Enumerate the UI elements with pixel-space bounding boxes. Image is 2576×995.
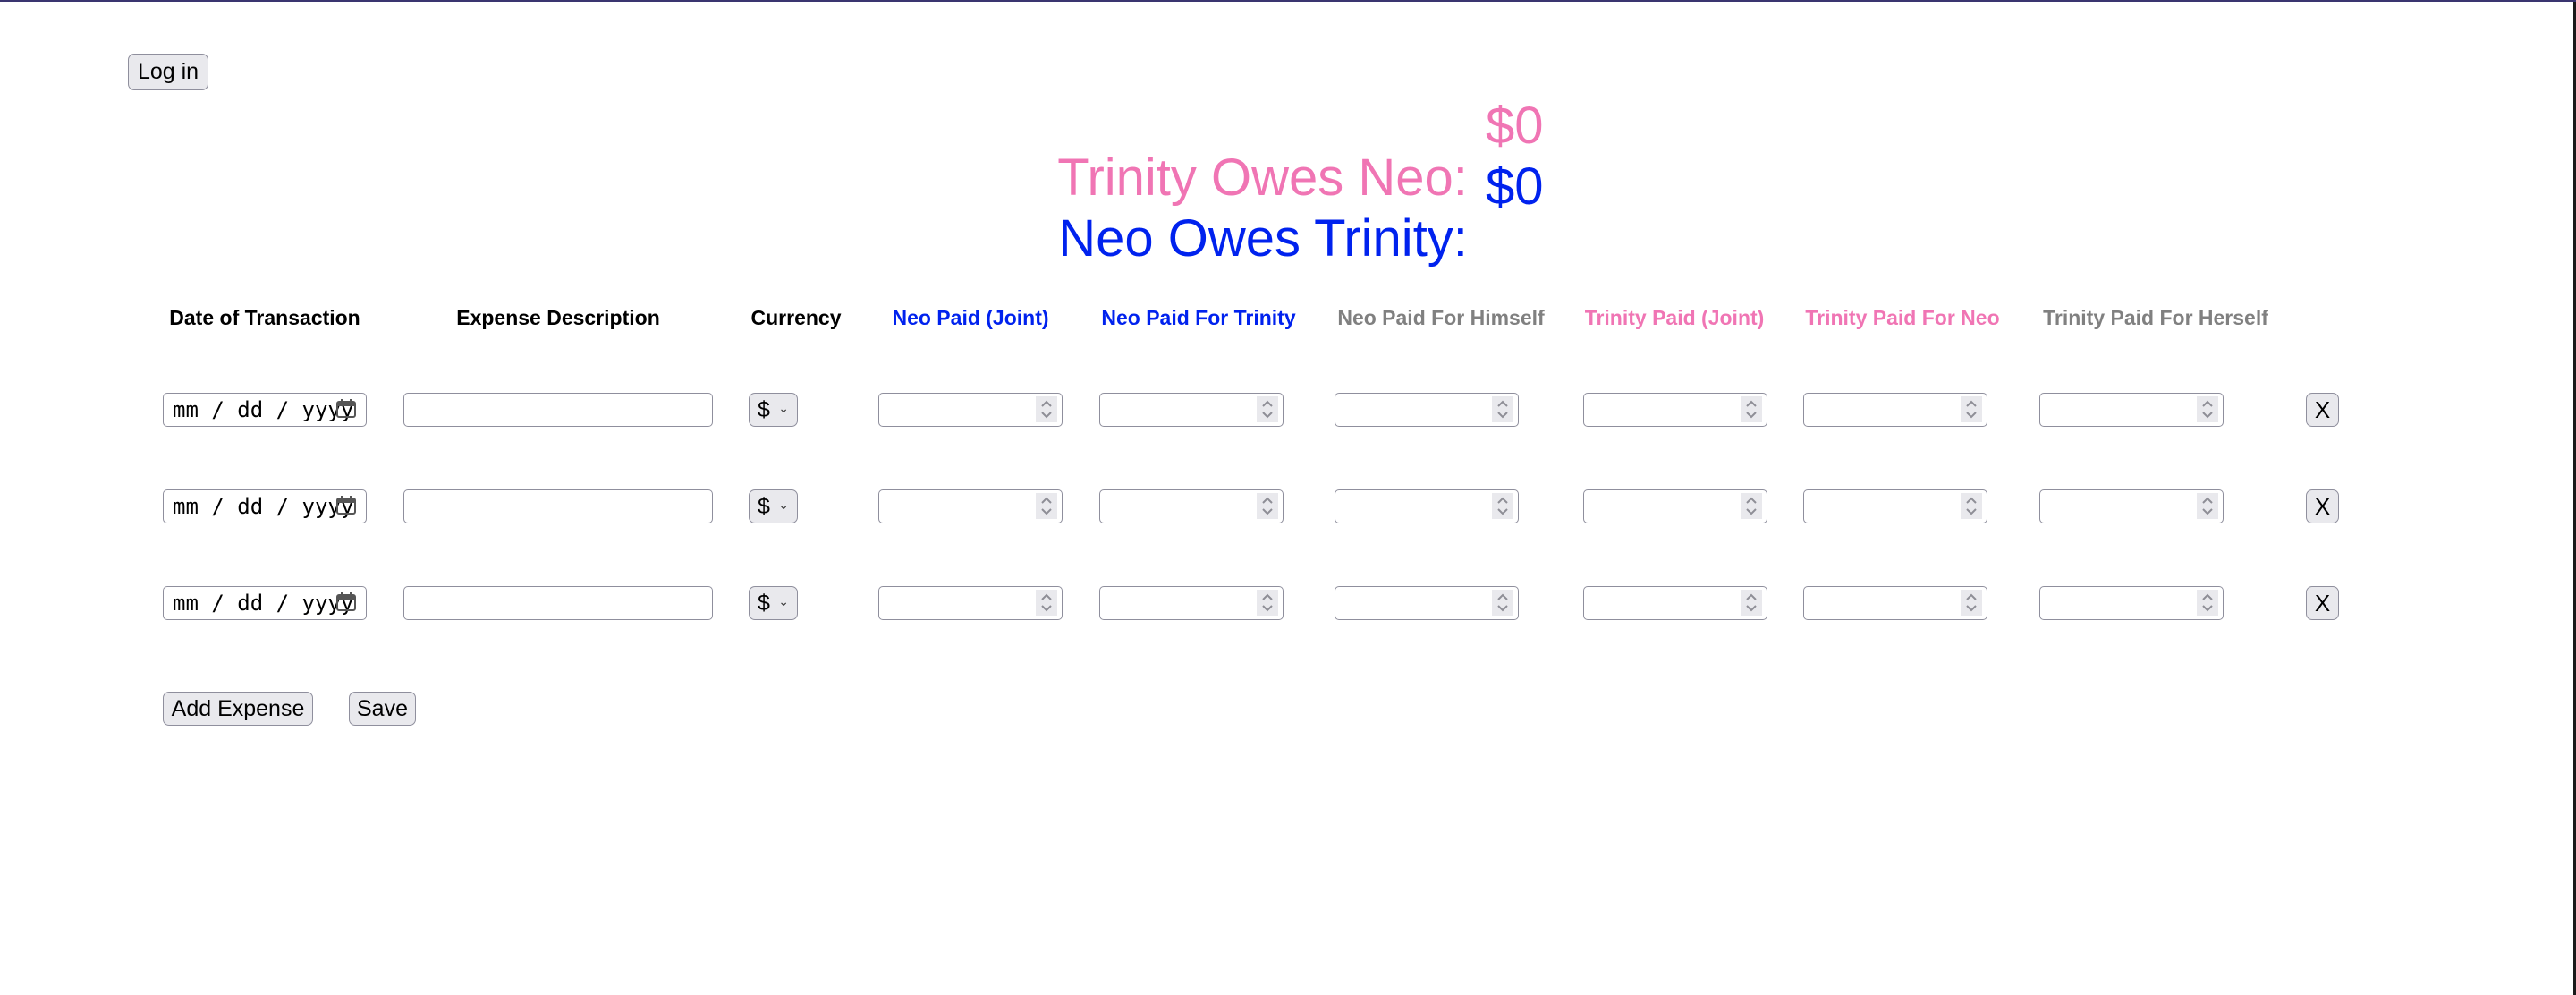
number-stepper-icon[interactable]: [1492, 590, 1513, 616]
delete-row-button[interactable]: X: [2306, 489, 2339, 523]
date-placeholder: mm / dd / yyyy: [173, 494, 354, 519]
trinity-paid-for-herself-input[interactable]: [2039, 393, 2224, 427]
number-stepper-icon[interactable]: [1257, 590, 1278, 616]
calendar-icon[interactable]: [335, 399, 357, 419]
header-description: Expense Description: [456, 306, 660, 329]
number-stepper-icon[interactable]: [1961, 590, 1982, 616]
currency-select[interactable]: $ ⌄: [749, 586, 798, 620]
header-trinity-paid-for-herself: Trinity Paid For Herself: [2043, 306, 2268, 329]
neo-paid-for-himself-input[interactable]: [1335, 586, 1519, 620]
calendar-icon[interactable]: [335, 592, 357, 612]
number-stepper-icon[interactable]: [1961, 396, 1982, 422]
neo-owes-trinity-summary: Neo Owes Trinity: $0: [1030, 161, 1543, 317]
header-neo-paid-for-trinity: Neo Paid For Trinity: [1101, 306, 1296, 329]
delete-row-button[interactable]: X: [2306, 586, 2339, 620]
date-input[interactable]: mm / dd / yyyy: [163, 393, 367, 427]
number-stepper-icon[interactable]: [1741, 493, 1762, 519]
number-stepper-icon[interactable]: [1036, 590, 1057, 616]
neo-paid-joint-input[interactable]: [878, 586, 1063, 620]
currency-value: $: [758, 396, 770, 422]
trinity-paid-for-neo-input[interactable]: [1803, 586, 1987, 620]
trinity-paid-joint-input[interactable]: [1583, 489, 1767, 523]
add-expense-button[interactable]: Add Expense: [163, 692, 313, 726]
trinity-owes-neo-amount: $0: [1486, 97, 1544, 155]
trinity-paid-joint-input[interactable]: [1583, 586, 1767, 620]
header-neo-paid-joint: Neo Paid (Joint): [892, 306, 1049, 329]
number-stepper-icon[interactable]: [1492, 493, 1513, 519]
number-stepper-icon[interactable]: [1492, 396, 1513, 422]
calendar-icon[interactable]: [335, 496, 357, 515]
date-placeholder: mm / dd / yyyy: [173, 591, 354, 616]
neo-owes-trinity-label: Neo Owes Trinity:: [1058, 209, 1468, 268]
header-trinity-paid-for-neo: Trinity Paid For Neo: [1805, 306, 2000, 329]
neo-owes-trinity-amount: $0: [1486, 157, 1544, 216]
description-input[interactable]: [403, 393, 713, 427]
header-currency: Currency: [750, 306, 842, 329]
trinity-paid-for-herself-input[interactable]: [2039, 489, 2224, 523]
currency-value: $: [758, 590, 770, 616]
login-button[interactable]: Log in: [128, 54, 208, 90]
header-neo-paid-for-himself: Neo Paid For Himself: [1337, 306, 1545, 329]
save-button[interactable]: Save: [349, 692, 416, 726]
trinity-paid-for-neo-input[interactable]: [1803, 489, 1987, 523]
number-stepper-icon[interactable]: [2197, 590, 2218, 616]
neo-paid-for-trinity-input[interactable]: [1099, 393, 1284, 427]
number-stepper-icon[interactable]: [1257, 396, 1278, 422]
date-placeholder: mm / dd / yyyy: [173, 397, 354, 422]
chevron-down-icon: ⌄: [778, 401, 789, 415]
delete-row-button[interactable]: X: [2306, 393, 2339, 427]
neo-paid-for-himself-input[interactable]: [1335, 489, 1519, 523]
header-trinity-paid-joint: Trinity Paid (Joint): [1584, 306, 1765, 329]
currency-select[interactable]: $ ⌄: [749, 393, 798, 427]
number-stepper-icon[interactable]: [2197, 396, 2218, 422]
neo-paid-joint-input[interactable]: [878, 489, 1063, 523]
date-input[interactable]: mm / dd / yyyy: [163, 489, 367, 523]
trinity-paid-for-herself-input[interactable]: [2039, 586, 2224, 620]
trinity-paid-for-neo-input[interactable]: [1803, 393, 1987, 427]
number-stepper-icon[interactable]: [1961, 493, 1982, 519]
chevron-down-icon: ⌄: [778, 594, 789, 608]
number-stepper-icon[interactable]: [1036, 396, 1057, 422]
currency-value: $: [758, 493, 770, 519]
date-input[interactable]: mm / dd / yyyy: [163, 586, 367, 620]
neo-paid-for-trinity-input[interactable]: [1099, 586, 1284, 620]
number-stepper-icon[interactable]: [1036, 493, 1057, 519]
neo-paid-for-trinity-input[interactable]: [1099, 489, 1284, 523]
number-stepper-icon[interactable]: [1257, 493, 1278, 519]
chevron-down-icon: ⌄: [778, 498, 789, 512]
number-stepper-icon[interactable]: [1741, 590, 1762, 616]
number-stepper-icon[interactable]: [2197, 493, 2218, 519]
currency-select[interactable]: $ ⌄: [749, 489, 798, 523]
description-input[interactable]: [403, 489, 713, 523]
header-date: Date of Transaction: [169, 306, 360, 329]
description-input[interactable]: [403, 586, 713, 620]
neo-paid-joint-input[interactable]: [878, 393, 1063, 427]
trinity-paid-joint-input[interactable]: [1583, 393, 1767, 427]
neo-paid-for-himself-input[interactable]: [1335, 393, 1519, 427]
number-stepper-icon[interactable]: [1741, 396, 1762, 422]
